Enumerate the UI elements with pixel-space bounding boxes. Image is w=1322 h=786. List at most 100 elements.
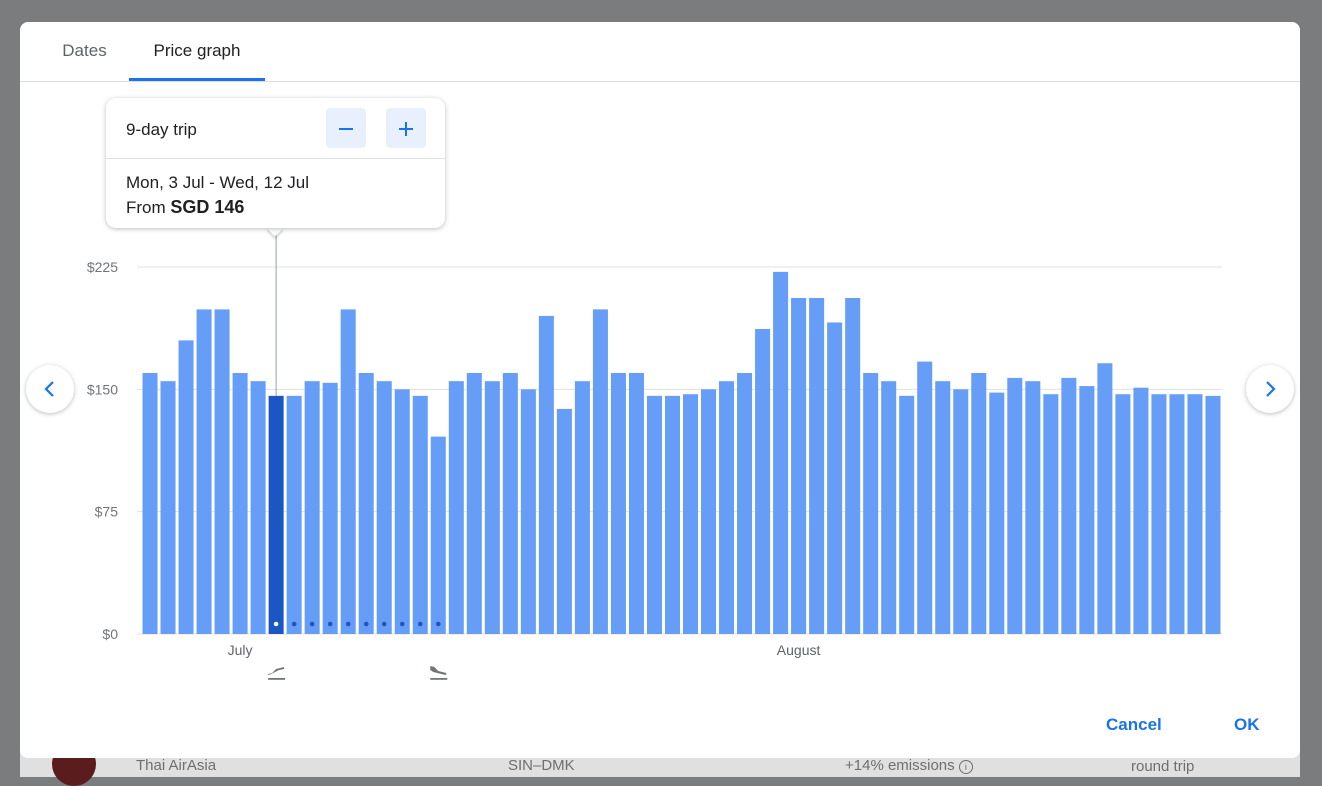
trip-length-label: 9-day trip: [126, 120, 197, 139]
price-bar[interactable]: [683, 394, 699, 634]
price-bar[interactable]: [178, 340, 194, 634]
price-bar[interactable]: [971, 373, 987, 634]
trip-day-dot: [435, 621, 441, 627]
trip-day-dot: [327, 621, 333, 627]
increase-trip-button[interactable]: [386, 108, 426, 148]
price-bar[interactable]: [989, 392, 1005, 634]
price-bar[interactable]: [953, 389, 969, 634]
price-bar[interactable]: [214, 309, 230, 634]
price-bar[interactable]: [466, 373, 482, 634]
month-label: August: [777, 642, 821, 658]
price-bar[interactable]: [430, 436, 446, 634]
background-emissions: +14% emissions i: [845, 757, 973, 774]
price-bar[interactable]: [773, 271, 789, 634]
trip-day-dot: [273, 621, 279, 627]
month-label: July: [228, 642, 253, 658]
price-bar[interactable]: [1025, 381, 1041, 634]
y-tick-label: $75: [95, 504, 119, 520]
price-bar[interactable]: [232, 373, 248, 634]
trip-day-dot: [291, 621, 297, 627]
price-bar[interactable]: [340, 309, 356, 634]
trip-day-dot: [399, 621, 405, 627]
minus-icon: [339, 127, 353, 130]
y-tick-label: $225: [87, 259, 118, 275]
chevron-left-icon: [44, 380, 54, 397]
y-tick-label: $150: [87, 381, 118, 397]
price-bar[interactable]: [502, 373, 518, 634]
trip-day-dot: [345, 621, 351, 627]
price-bar[interactable]: [538, 315, 554, 634]
price-bar[interactable]: [322, 382, 338, 634]
price-bar[interactable]: [1061, 377, 1077, 634]
price-bar[interactable]: [646, 395, 662, 634]
trip-day-dot: [309, 621, 315, 627]
price-bar[interactable]: [268, 395, 284, 634]
trip-day-dot: [381, 621, 387, 627]
next-dates-button[interactable]: [1246, 365, 1294, 413]
info-icon: i: [958, 760, 973, 774]
chevron-right-icon: [1266, 380, 1276, 397]
price-bar[interactable]: [556, 408, 572, 634]
price-bar[interactable]: [196, 309, 212, 634]
cancel-button[interactable]: Cancel: [1106, 715, 1162, 735]
plus-icon: [399, 121, 413, 136]
price-bar[interactable]: [701, 389, 717, 634]
trip-price: From SGD 146: [126, 197, 245, 217]
price-bar[interactable]: [791, 297, 807, 634]
price-bar[interactable]: [899, 395, 915, 634]
trip-length-row: 9-day trip: [106, 98, 445, 159]
price-bar[interactable]: [1151, 394, 1167, 634]
price-bar[interactable]: [755, 328, 771, 634]
price-bar[interactable]: [1205, 395, 1221, 634]
price-bar[interactable]: [250, 381, 266, 634]
price-bar[interactable]: [845, 297, 861, 634]
price-bar[interactable]: [1169, 394, 1185, 634]
background-route: SIN–DMK: [508, 757, 575, 774]
price-bar[interactable]: [304, 381, 320, 634]
price-bar[interactable]: [628, 373, 644, 634]
flight-land-icon: [430, 666, 448, 680]
price-bar[interactable]: [1043, 394, 1059, 634]
price-bar[interactable]: [358, 373, 374, 634]
price-bar[interactable]: [719, 381, 735, 634]
price-bar[interactable]: [376, 381, 392, 634]
trip-price-value: SGD 146: [170, 197, 245, 217]
price-graph-dialog: Dates Price graph $0 $75 $150 $225 July Augus…: [20, 22, 1300, 758]
price-bar[interactable]: [142, 373, 158, 634]
price-bar[interactable]: [827, 322, 843, 634]
y-tick-label: $0: [102, 626, 118, 642]
price-bar[interactable]: [1007, 377, 1023, 634]
trip-day-dot: [417, 621, 423, 627]
background-trip-type: round trip: [1131, 758, 1195, 775]
price-bar[interactable]: [881, 381, 897, 634]
price-bar[interactable]: [592, 309, 608, 634]
decrease-trip-button[interactable]: [326, 108, 366, 148]
price-bar[interactable]: [574, 381, 590, 634]
trip-day-dot: [363, 621, 369, 627]
ok-button[interactable]: OK: [1234, 715, 1260, 735]
price-bar[interactable]: [160, 381, 176, 634]
price-bar[interactable]: [1097, 363, 1113, 634]
price-bar[interactable]: [1133, 387, 1149, 634]
price-bar[interactable]: [664, 395, 680, 634]
price-bar[interactable]: [917, 361, 933, 634]
background-airline: Thai AirAsia: [136, 757, 217, 774]
flight-takeoff-icon: [268, 667, 286, 680]
trip-popover: 9-day trip Mon, 3 Jul - Wed, 12 Jul From…: [106, 98, 445, 228]
trip-date-range: Mon, 3 Jul - Wed, 12 Jul: [126, 173, 309, 192]
price-bar[interactable]: [394, 389, 410, 634]
price-bar[interactable]: [1115, 394, 1131, 634]
price-bar[interactable]: [809, 297, 825, 634]
price-bar[interactable]: [1187, 394, 1203, 634]
price-bar[interactable]: [448, 381, 464, 634]
price-bar[interactable]: [935, 381, 951, 634]
previous-dates-button[interactable]: [26, 365, 74, 413]
price-bar[interactable]: [863, 373, 879, 634]
price-bar[interactable]: [286, 395, 302, 634]
price-bar[interactable]: [412, 395, 428, 634]
price-bar[interactable]: [520, 389, 536, 634]
price-bar[interactable]: [1079, 386, 1095, 634]
price-bar[interactable]: [737, 373, 753, 634]
price-bar[interactable]: [484, 381, 500, 634]
price-bar[interactable]: [610, 373, 626, 634]
